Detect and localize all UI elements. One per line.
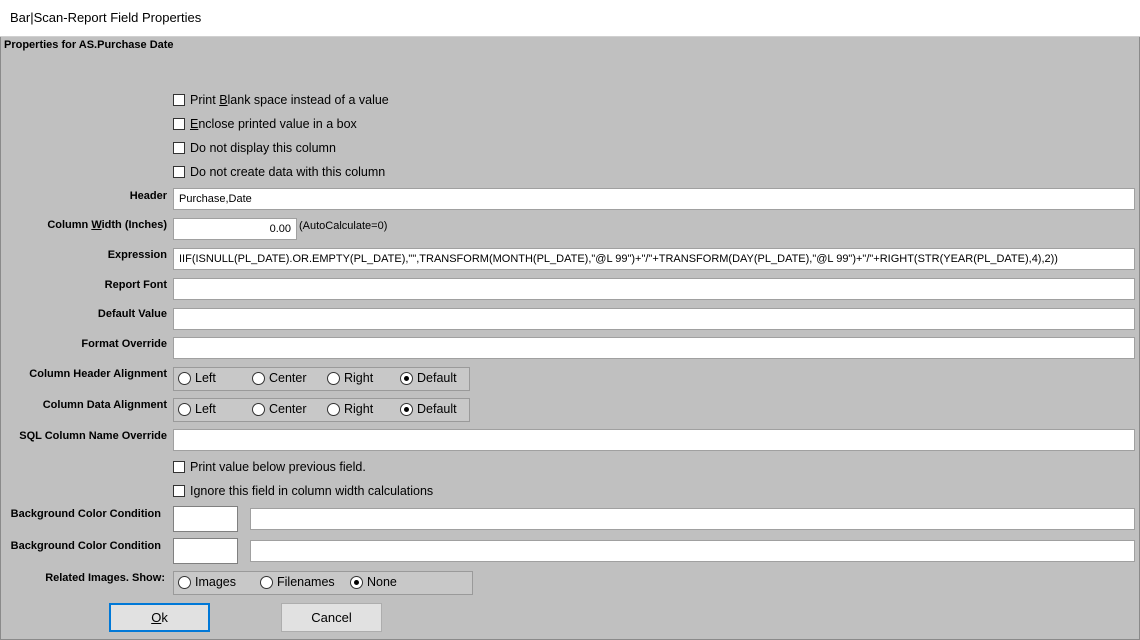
ok-button[interactable]: Ok <box>109 603 210 632</box>
bg-condition-label-2: Background Color Condition <box>10 540 161 552</box>
filenames-radio[interactable]: Filenames <box>260 575 335 589</box>
bg-condition-input-2[interactable] <box>250 540 1135 562</box>
expression-input[interactable]: IIF(ISNULL(PL_DATE).OR.EMPTY(PL_DATE),""… <box>173 248 1135 270</box>
default-value-label: Default Value <box>97 308 167 320</box>
checkbox-label: Do not display this column <box>190 141 336 155</box>
checkbox-label: Ignore this field in column width calcul… <box>190 484 434 498</box>
header-input[interactable]: Purchase,Date <box>173 188 1135 210</box>
none-radio[interactable]: None <box>350 575 397 589</box>
sql-override-input[interactable] <box>173 429 1135 451</box>
sql-override-label: SQL Column Name Override <box>19 430 167 442</box>
data-align-right-radio[interactable]: Right <box>327 402 373 416</box>
column-width-input[interactable]: 0.00 <box>173 218 297 240</box>
default-value-input[interactable] <box>173 308 1135 330</box>
report-font-label: Report Font <box>104 279 167 291</box>
checkbox-box[interactable] <box>173 94 185 106</box>
column-width-label: Column Width (Inches) <box>47 219 167 231</box>
header-align-right-radio[interactable]: Right <box>327 371 373 385</box>
title-bar: Bar|Scan-Report Field Properties <box>0 0 1140 37</box>
header-align-center-radio[interactable]: Center <box>252 371 307 385</box>
bg-condition-input-1[interactable] <box>250 508 1135 530</box>
bg-condition-label-1: Background Color Condition <box>10 508 161 520</box>
checkbox-label: Print Blank space instead of a value <box>190 93 389 107</box>
cancel-button[interactable]: Cancel <box>281 603 382 632</box>
checkbox-label: Enclose printed value in a box <box>190 117 357 131</box>
header-alignment-group: Left Center Right Default <box>173 367 470 391</box>
related-images-label: Related Images. Show: <box>45 572 165 584</box>
expression-label: Expression <box>107 249 167 261</box>
header-label: Header <box>129 190 167 202</box>
bg-color-swatch-2[interactable] <box>173 538 238 564</box>
images-radio[interactable]: Images <box>178 575 236 589</box>
report-font-input[interactable] <box>173 278 1135 300</box>
do-not-display-checkbox[interactable]: Do not display this column <box>173 141 336 155</box>
print-blank-checkbox[interactable]: Print Blank space instead of a value <box>173 93 389 107</box>
data-align-left-radio[interactable]: Left <box>178 402 216 416</box>
checkbox-label: Do not create data with this column <box>190 165 386 179</box>
do-not-create-data-checkbox[interactable]: Do not create data with this column <box>173 165 385 179</box>
data-alignment-group: Left Center Right Default <box>173 398 470 422</box>
dialog-body: Properties for AS.Purchase Date Print Bl… <box>0 37 1140 640</box>
format-override-label: Format Override <box>81 338 167 350</box>
checkbox-box[interactable] <box>173 166 185 178</box>
header-alignment-label: Column Header Alignment <box>29 368 167 380</box>
enclose-box-checkbox[interactable]: Enclose printed value in a box <box>173 117 357 131</box>
checkbox-box[interactable] <box>173 485 185 497</box>
window-title: Bar|Scan-Report Field Properties <box>10 10 202 25</box>
data-align-center-radio[interactable]: Center <box>252 402 307 416</box>
checkbox-label: Print value below previous field. <box>190 460 366 474</box>
data-align-default-radio[interactable]: Default <box>400 402 457 416</box>
checkbox-box[interactable] <box>173 142 185 154</box>
format-override-input[interactable] <box>173 337 1135 359</box>
data-alignment-label: Column Data Alignment <box>42 399 167 411</box>
dialog-caption: Properties for AS.Purchase Date <box>4 39 174 51</box>
checkbox-box[interactable] <box>173 461 185 473</box>
bg-color-swatch-1[interactable] <box>173 506 238 532</box>
header-align-left-radio[interactable]: Left <box>178 371 216 385</box>
checkbox-box[interactable] <box>173 118 185 130</box>
header-align-default-radio[interactable]: Default <box>400 371 457 385</box>
ignore-width-checkbox[interactable]: Ignore this field in column width calcul… <box>173 484 433 498</box>
autocalculate-note: (AutoCalculate=0) <box>299 220 388 232</box>
related-images-group: Images Filenames None <box>173 571 473 595</box>
print-below-checkbox[interactable]: Print value below previous field. <box>173 460 366 474</box>
